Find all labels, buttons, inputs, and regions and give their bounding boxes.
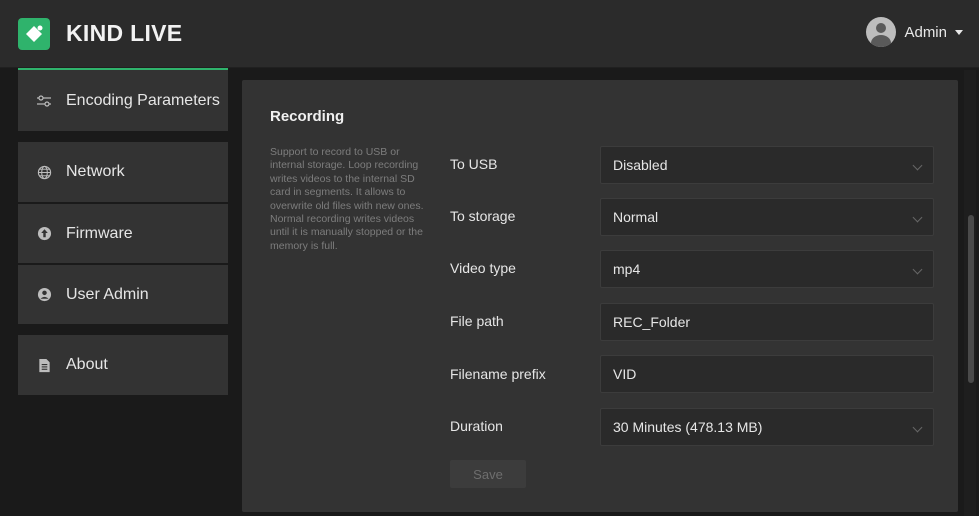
sidebar-item-label: About	[66, 356, 108, 373]
sidebar-item-label: User Admin	[66, 285, 149, 303]
user-menu[interactable]: Admin	[866, 17, 963, 47]
panel-title: Recording	[270, 108, 345, 125]
to-storage-select[interactable]: Normal	[600, 198, 934, 236]
save-button[interactable]: Save	[450, 460, 526, 488]
panel-description: Support to record to USB or internal sto…	[270, 146, 424, 252]
input-value: REC_Folder	[613, 314, 691, 330]
video-type-select[interactable]: mp4	[600, 250, 934, 288]
duration-select[interactable]: 30 Minutes (478.13 MB)	[600, 408, 934, 446]
filename-prefix-input[interactable]: VID	[600, 355, 934, 393]
document-icon	[36, 357, 52, 373]
to-storage-label: To storage	[450, 208, 516, 224]
sidebar-item-label: Firmware	[66, 224, 133, 242]
sidebar-item-about[interactable]: About	[18, 335, 228, 395]
select-value: Normal	[613, 209, 659, 225]
logo-icon	[18, 18, 50, 50]
file-path-label: File path	[450, 313, 504, 329]
caret-down-icon[interactable]	[955, 29, 963, 35]
avatar[interactable]	[866, 17, 897, 47]
filename-prefix-label: Filename prefix	[450, 366, 546, 382]
upload-icon	[36, 226, 52, 242]
user-icon	[36, 287, 52, 303]
user-name[interactable]: Admin	[904, 24, 947, 41]
sidebar-item-encoding-parameters[interactable]: Encoding Parameters	[18, 70, 228, 131]
to-usb-select[interactable]: Disabled	[600, 146, 934, 184]
sliders-icon	[36, 93, 52, 109]
file-path-input[interactable]: REC_Folder	[600, 303, 934, 341]
scrollbar-thumb[interactable]	[968, 215, 974, 383]
chevron-down-icon	[912, 422, 923, 433]
sidebar-item-label: Network	[66, 163, 125, 180]
sidebar-item-network[interactable]: Network	[18, 142, 228, 202]
video-type-label: Video type	[450, 260, 516, 276]
recording-panel: Recording Support to record to USB or in…	[242, 80, 958, 512]
select-value: 30 Minutes (478.13 MB)	[613, 419, 763, 435]
input-value: VID	[613, 366, 637, 382]
globe-icon	[36, 164, 52, 180]
sidebar-item-firmware[interactable]: Firmware	[18, 204, 228, 263]
select-value: mp4	[613, 261, 641, 277]
chevron-down-icon	[912, 212, 923, 223]
to-usb-label: To USB	[450, 156, 498, 172]
brand-name: KIND LIVE	[66, 20, 183, 46]
chevron-down-icon	[912, 160, 923, 171]
sidebar-item-user-admin[interactable]: User Admin	[18, 265, 228, 324]
select-value: Disabled	[613, 157, 668, 173]
sidebar-item-label: Encoding Parameters	[66, 91, 220, 109]
duration-label: Duration	[450, 418, 503, 434]
top-bar: KIND LIVE Admin	[0, 0, 979, 68]
chevron-down-icon	[912, 264, 923, 275]
